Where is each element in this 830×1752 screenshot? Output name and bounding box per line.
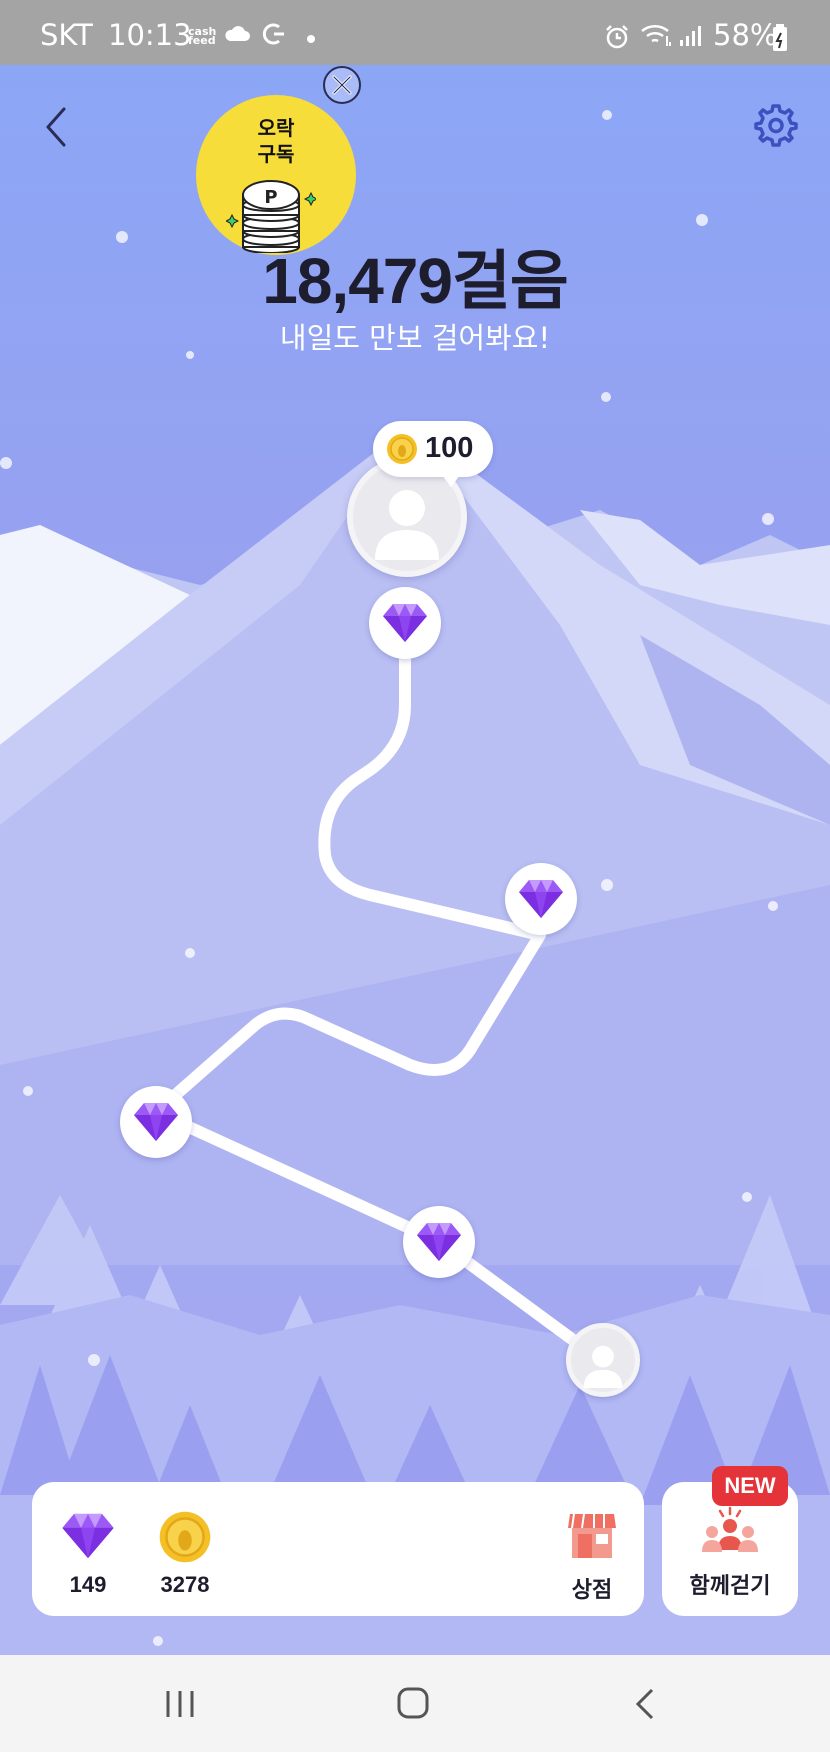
recent-apps-button[interactable] <box>163 1687 197 1721</box>
alarm-icon <box>606 25 628 49</box>
carrier-label: SKT <box>40 18 93 52</box>
home-button[interactable] <box>396 1686 430 1720</box>
current-position-avatar[interactable] <box>566 1323 640 1397</box>
gem-icon <box>134 1103 178 1141</box>
store-icon <box>568 1513 616 1558</box>
foot-coin-icon <box>387 434 417 464</box>
reward-value: 100 <box>425 432 474 464</box>
coin-letter: P <box>264 187 277 208</box>
gem-checkpoint[interactable] <box>120 1086 192 1158</box>
walk-together-label: 함께걷기 <box>689 1574 771 1599</box>
notification-dot-icon <box>307 35 315 43</box>
reward-bubble[interactable]: 100 <box>373 421 493 487</box>
gem-icon <box>62 1513 114 1559</box>
step-count: 18,479걸음 <box>262 245 569 317</box>
wallet-panel: 149 3278 상점 <box>32 1482 644 1616</box>
foot-coin-icon <box>159 1511 211 1563</box>
back-button[interactable] <box>40 105 74 149</box>
gem-checkpoint[interactable] <box>369 587 441 659</box>
gem-icon <box>519 880 563 918</box>
avatar-icon <box>375 490 439 561</box>
wifi-icon <box>641 24 671 46</box>
new-badge: NEW <box>712 1466 788 1506</box>
gem-checkpoint[interactable] <box>403 1206 475 1278</box>
time-label: 10:13 <box>108 18 192 52</box>
walking-course-scene: 오락 구독 P 18,479걸음 내일도 만보 걸어봐요! 100 149 32… <box>0 65 830 1655</box>
settings-gear-icon[interactable] <box>752 102 798 148</box>
battery-label: 58% <box>713 18 778 52</box>
gem-count: 149 <box>69 1572 107 1597</box>
cloud-icon <box>225 26 250 41</box>
nav-back-button[interactable] <box>632 1687 658 1721</box>
encouragement-text: 내일도 만보 걸어봐요! <box>279 321 551 355</box>
gem-balance[interactable]: 149 <box>48 1510 128 1598</box>
g-app-icon <box>262 23 284 45</box>
gem-icon <box>417 1223 461 1261</box>
system-nav-bar <box>0 1655 830 1752</box>
shop-button[interactable]: 상점 <box>552 1510 632 1604</box>
status-bar: SKT 10:13 cash feed 58% <box>0 0 830 65</box>
cashfeed-icon: cash feed <box>188 25 217 47</box>
people-icon <box>702 1506 758 1552</box>
coin-balance[interactable]: 3278 <box>145 1510 225 1598</box>
battery-icon <box>773 24 787 51</box>
avatar-icon <box>583 1345 623 1389</box>
promo-text: 오락 구독 <box>257 116 295 166</box>
signal-icon <box>680 26 701 46</box>
promo-close-icon[interactable] <box>322 65 362 105</box>
coin-count: 3278 <box>160 1572 210 1597</box>
gem-checkpoint[interactable] <box>505 863 577 935</box>
shop-label: 상점 <box>571 1578 613 1603</box>
gem-icon <box>383 604 427 642</box>
